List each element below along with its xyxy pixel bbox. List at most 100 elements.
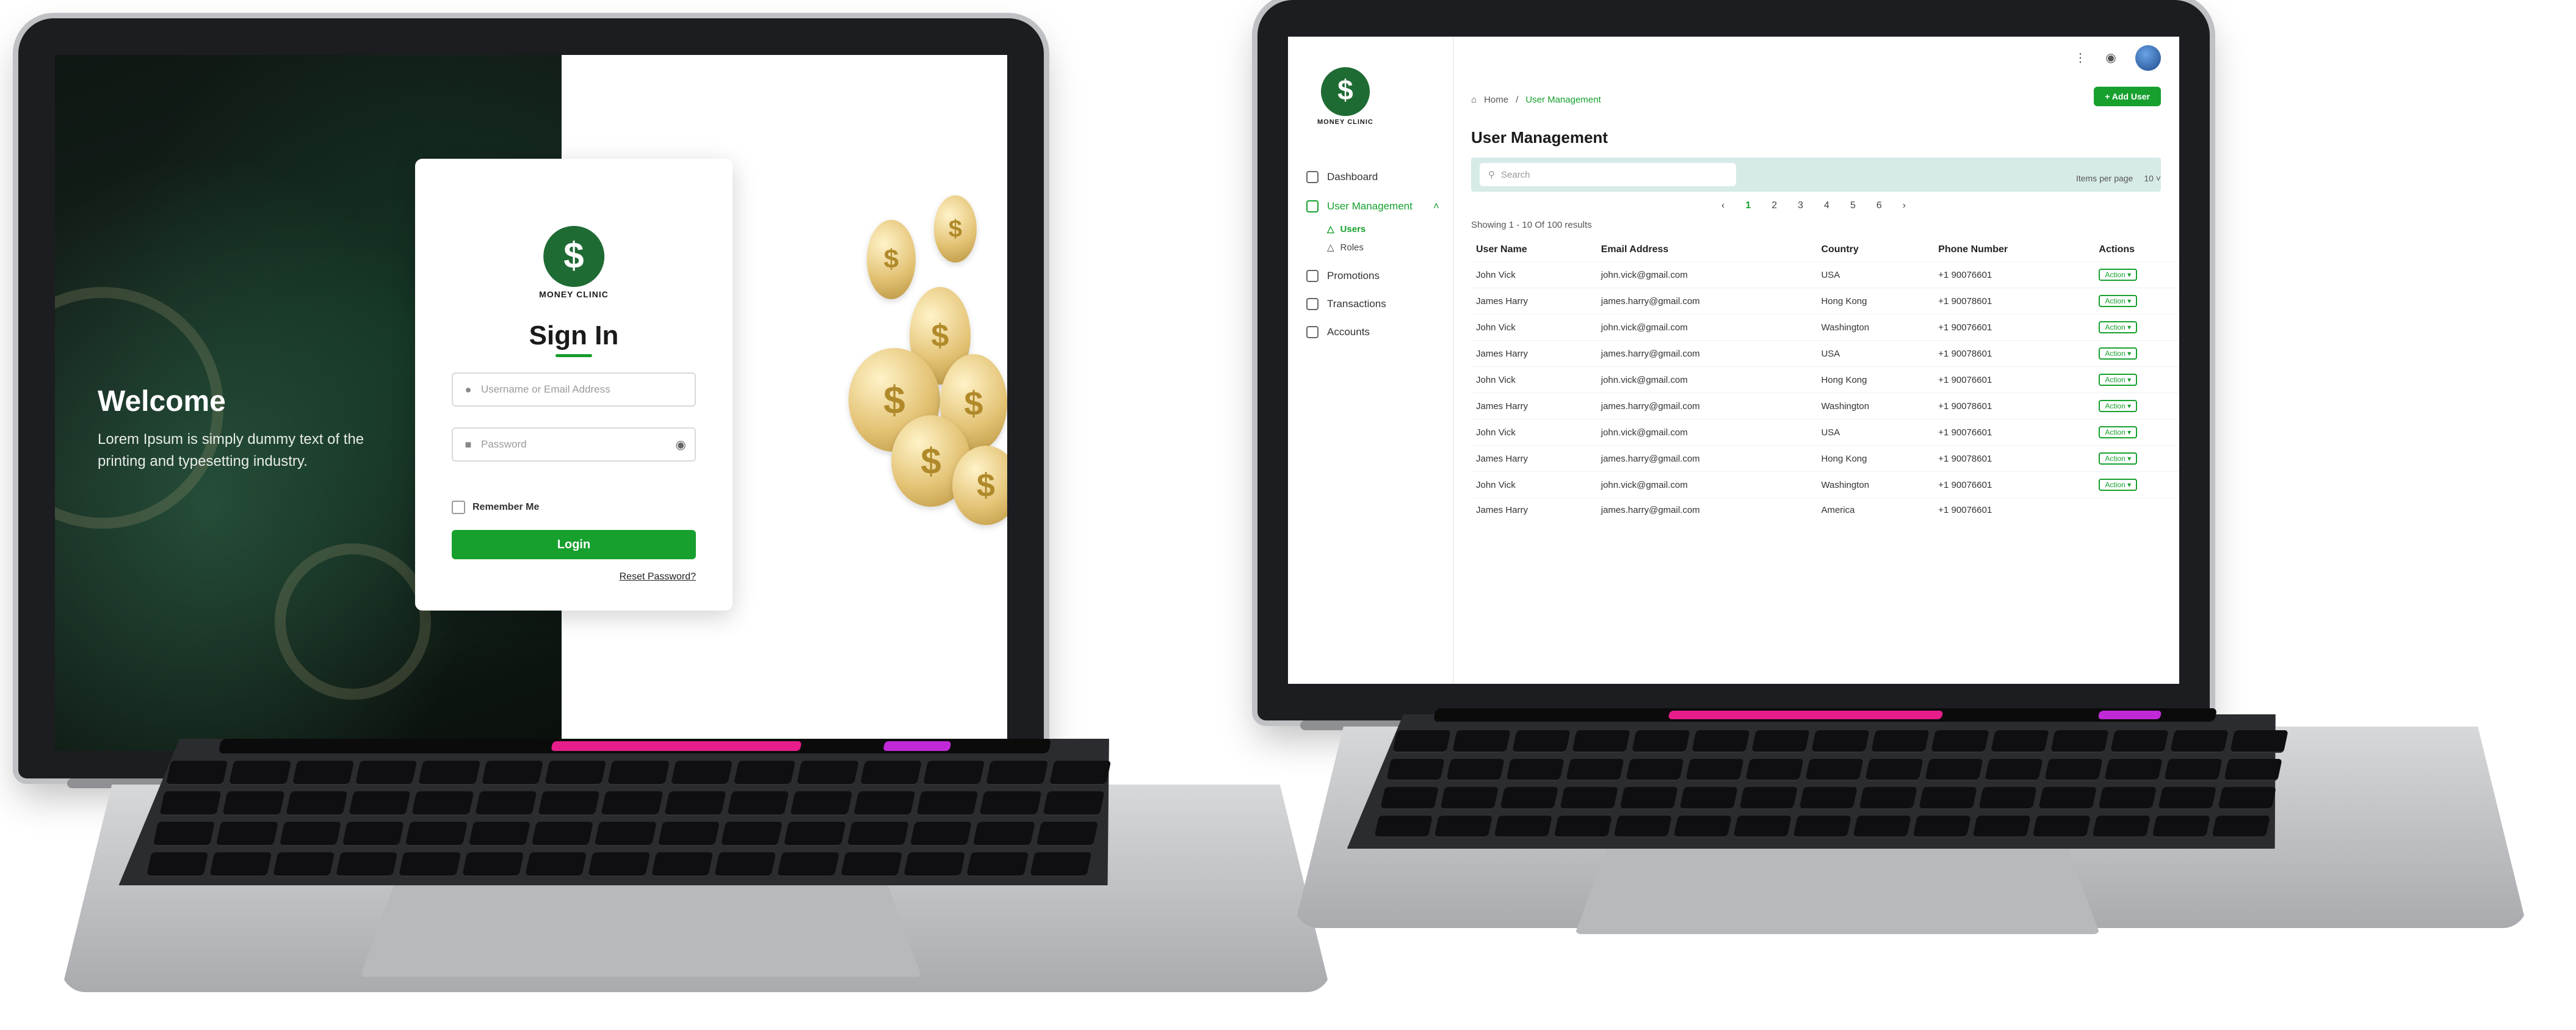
keyboard-key [1494,815,1553,838]
keyboard-key [1930,730,1989,753]
keyboard-key [411,791,474,816]
country-cell: America [1816,498,1934,522]
transactions-icon [1306,298,1319,310]
action-dropdown-button[interactable]: Action ▾ [2099,400,2138,412]
keyboard-key [349,791,411,816]
keyboard-key [1500,787,1558,810]
user-name-cell: James Harry [1471,288,1596,314]
show-password-icon[interactable]: ◉ [676,437,686,452]
pagination-page[interactable]: 3 [1798,200,1803,211]
column-header: Phone Number [1938,244,2008,255]
breadcrumb: ⌂ Home / User Management [1471,95,1601,105]
actions-cell: Action ▾ [2094,340,2179,367]
keyboard-key [1925,758,1983,781]
action-dropdown-button[interactable]: Action ▾ [2099,452,2138,465]
pagination-page[interactable]: 1 [1745,200,1751,211]
pagination-page[interactable]: 4 [1824,200,1829,211]
search-input[interactable]: ⚲ Search [1480,163,1736,186]
sidebar-item-roles[interactable]: △ Roles [1327,242,1364,253]
action-dropdown-button[interactable]: Action ▾ [2099,426,2138,438]
action-dropdown-button[interactable]: Action ▾ [2099,321,2138,333]
keyboard-key [1673,815,1732,838]
sidebar-item-dashboard[interactable]: Dashboard [1306,171,1378,183]
keyboard-key [2158,787,2216,810]
keyboard-key [1440,787,1499,810]
password-placeholder: Password [481,438,527,450]
right-touch-bar [1433,708,2218,722]
table-row: John Vick john.vick@gmail.com Washington +1… [1471,314,2179,341]
sidebar-item-users[interactable]: △ Users [1327,223,1366,235]
compass-decoration [275,543,431,700]
country-cell: Hong Kong [1816,445,1934,472]
right-keyboard [1374,730,2288,838]
roles-icon: △ [1327,242,1334,253]
country-cell: Washington [1816,393,1934,419]
action-dropdown-button[interactable]: Action ▾ [2099,374,2138,386]
action-dropdown-button[interactable]: Action ▾ [2099,295,2138,307]
action-dropdown-button[interactable]: Action ▾ [2099,347,2138,360]
logo-text: MONEY CLINIC [1317,118,1373,126]
apps-grid-icon[interactable]: ⋮ [2073,50,2088,65]
remember-me[interactable]: Remember Me [452,501,539,514]
left-trackpad [360,885,922,977]
actions-cell: Action ▾ [2094,471,2179,498]
pagination-page[interactable]: 2 [1771,200,1777,211]
add-user-button[interactable]: + Add User [2094,87,2161,106]
dollar-icon: $ [563,235,584,276]
items-per-page-select[interactable]: 10 ˅ [2144,173,2161,183]
users-table: User Name Email Address Country Phone Nu… [1471,238,2179,522]
filter-bar: ⚲ Search [1471,158,2161,192]
avatar[interactable] [2135,45,2161,71]
pagination-page[interactable]: 5 [1850,200,1856,211]
home-icon[interactable]: ⌂ [1471,95,1477,105]
pagination-prev[interactable]: ‹ [1721,200,1724,211]
keyboard-key [1434,815,1493,838]
keyboard-key [1739,787,1798,810]
keyboard-key [790,791,853,816]
username-field[interactable]: ● Username or Email Address [452,372,696,407]
notification-bell-icon[interactable]: ◉ [2104,50,2118,65]
table-row: John Vick john.vick@gmail.com Hong Kong +1 … [1471,366,2179,393]
keyboard-key [777,852,839,877]
keyboard-key [1446,758,1505,781]
pagination-page[interactable]: 6 [1876,200,1882,211]
keyboard-key [972,822,1035,846]
keyboard-key [1452,730,1511,753]
right-laptop: $ MONEY CLINIC Dashboard User Management… [1257,0,2564,989]
table-row: John Vick john.vick@gmail.com USA +1 900766… [1471,261,2179,288]
remember-checkbox[interactable] [452,501,465,514]
sidebar-item-transactions[interactable]: Transactions [1306,298,1386,310]
password-field[interactable]: ■ Password ◉ [452,427,696,462]
nav-label: User Management [1327,200,1413,212]
keyboard-key [783,822,846,846]
actions-cell: Action ▾ [2094,261,2179,288]
keyboard-key [2050,730,2109,753]
keyboard-key [159,791,222,816]
sidebar-item-user-management[interactable]: User Management ˄ [1306,200,1439,212]
keyboard-key [285,791,348,816]
remember-label: Remember Me [472,502,540,512]
phone-cell: +1 90078601 [1933,340,2094,367]
action-dropdown-button[interactable]: Action ▾ [2099,269,2138,281]
keyboard-key [1506,758,1565,781]
user-name-cell: John Vick [1471,314,1596,341]
sidebar-item-promotions[interactable]: Promotions [1306,270,1380,282]
keyboard-key [209,852,272,877]
keyboard-key [1811,730,1870,753]
sidebar-item-accounts[interactable]: Accounts [1306,326,1370,338]
promotions-icon [1306,270,1319,282]
keyboard-key [1374,815,1433,838]
dashboard-icon [1306,171,1319,183]
keyboard-key [651,852,714,877]
pagination-next[interactable]: › [1903,200,1906,211]
action-dropdown-button[interactable]: Action ▾ [2099,479,2138,491]
login-button[interactable]: Login [452,530,696,559]
keyboard-key [1853,815,1912,838]
reset-password-link[interactable]: Reset Password? [620,571,696,582]
keyboard-key [910,822,972,846]
breadcrumb-home[interactable]: Home [1484,95,1508,105]
keyboard-key [966,852,1029,877]
items-per-page-label: Items per page [2075,173,2133,183]
keyboard-key [461,852,524,877]
actions-cell: Action ▾ [2094,288,2179,314]
